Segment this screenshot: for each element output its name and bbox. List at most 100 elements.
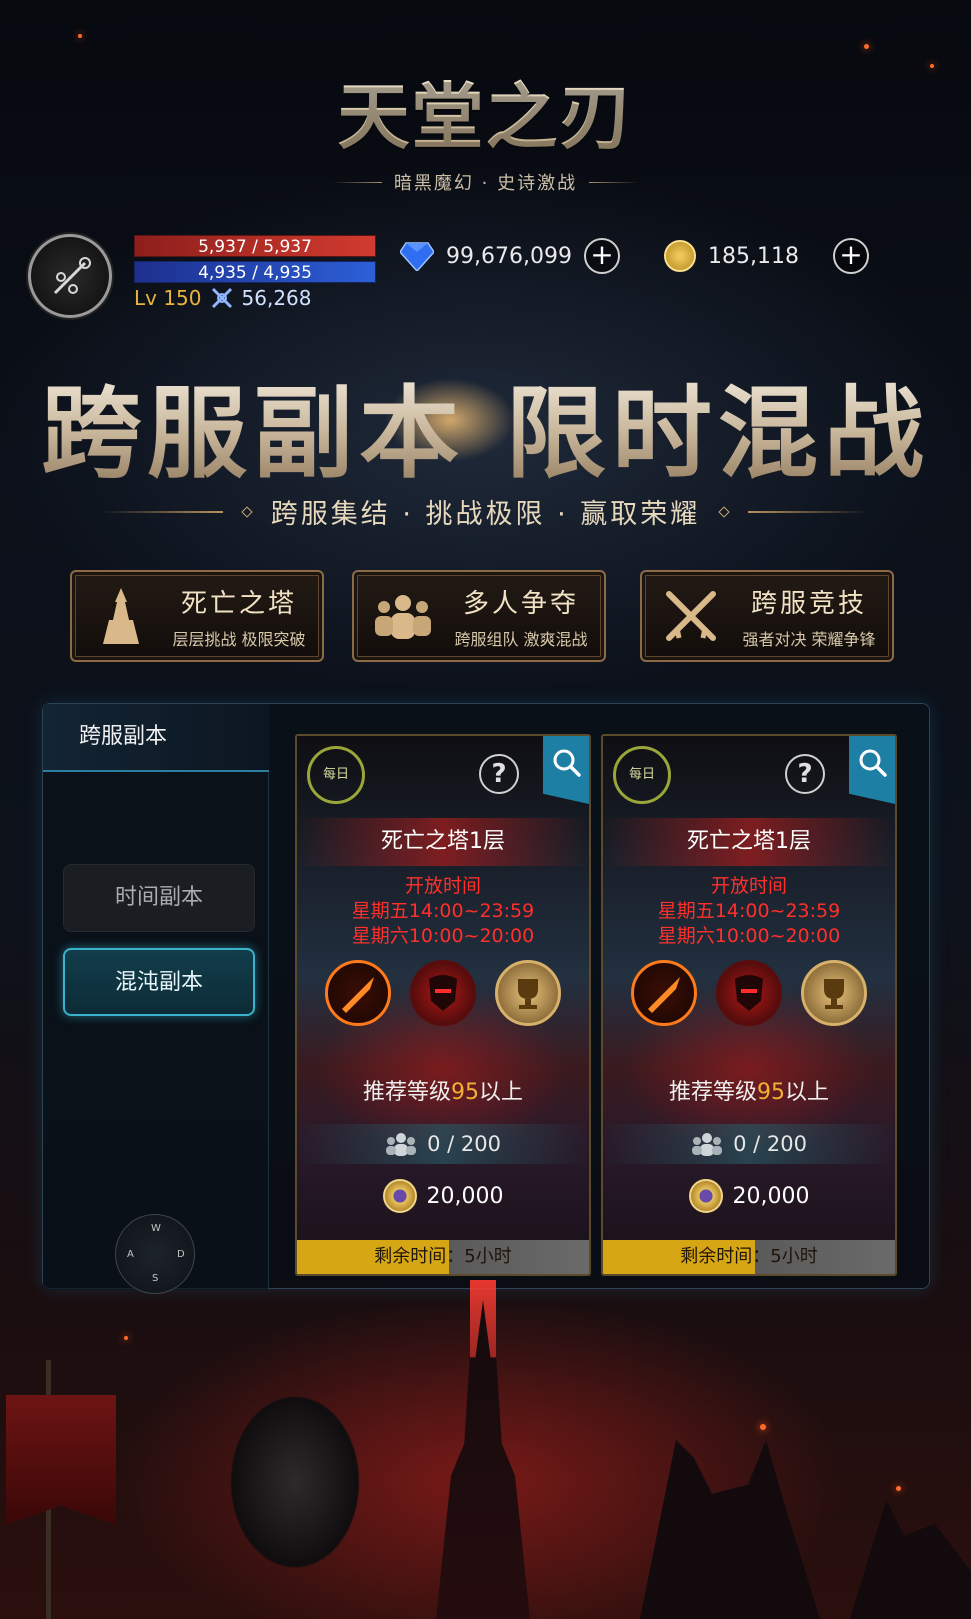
help-button[interactable]: ? [479,754,519,794]
dagger-icon[interactable] [630,960,697,1026]
divider [748,510,869,513]
joystick-s: S [152,1273,159,1284]
entry-cost: 20,000 [297,1176,589,1216]
feature-subtitle: 跨服组队 激爽混战 [454,629,588,649]
level-power-row: Lv 150 56,268 [134,286,312,310]
combat-power: 56,268 [241,286,312,310]
dark-tower-illustration [436,1300,530,1619]
feature-multiplayer[interactable]: 多人争夺 跨服组队 激爽混战 [352,570,606,662]
blue-gem-icon [400,242,434,271]
staff-icon [53,257,91,295]
logo-subtitle-row: 暗黑魔幻 · 史诗激战 [0,169,971,195]
search-button[interactable] [849,736,895,804]
dungeon-title: 死亡之塔1层 [297,818,589,866]
logo-title: 天堂之刃 [0,58,971,163]
recommended-level: 推荐等级95以上 [603,1074,895,1106]
open-time-line: 星期六10:00~20:00 [351,925,535,947]
cost-value: 20,000 [426,1183,504,1209]
panel-title: 跨服副本 [43,704,269,772]
gold-coin-icon [664,240,696,272]
hp-bar: 5,937 / 5,937 [134,235,376,257]
open-time: 开放时间 星期五14:00~23:59 星期六10:00~20:00 [297,874,589,949]
demon-helm-icon[interactable] [409,960,476,1026]
open-time: 开放时间 星期五14:00~23:59 星期六10:00~20:00 [603,874,895,949]
helm-glyph [734,975,763,1011]
player-count-value: 0 / 200 [733,1132,807,1156]
dagger-glyph [341,977,374,1013]
add-gems-button[interactable]: + [583,238,620,274]
feature-text: 跨服竞技 强者对决 荣耀争锋 [726,583,892,650]
feature-icon-wrap [86,586,156,646]
player-level: Lv 150 [134,286,202,310]
token-coin-icon [382,1179,417,1213]
divider [589,181,640,183]
logo-subtitle: 暗黑魔幻 · 史诗激战 [393,173,578,194]
player-count: 0 / 200 [603,1124,895,1164]
knight-illustration [180,1370,410,1619]
cost-value: 20,000 [732,1183,810,1209]
feature-title: 跨服竞技 [750,588,867,619]
trophy-icon[interactable] [801,960,868,1026]
search-icon [859,749,887,777]
feature-cross-server-arena[interactable]: 跨服竞技 强者对决 荣耀争锋 [640,570,894,662]
players-icon [386,1133,417,1156]
player-status-bar: 5,937 / 5,937 4,935 / 4,935 Lv 150 56,26… [28,232,943,322]
event-tagline-row: 跨服集结 · 挑战极限 · 赢取荣耀 [0,492,971,531]
diamond-ornament [241,505,253,518]
war-banner-illustration [6,1395,116,1525]
demon-helm-icon[interactable] [715,960,782,1026]
search-icon [553,749,581,777]
feature-text: 多人争夺 跨服组队 激爽混战 [438,583,604,650]
gold-amount: 185,118 [708,243,799,269]
rec-level-value: 95 [451,1080,479,1105]
joystick-a: A [127,1249,134,1260]
rec-prefix: 推荐等级 [362,1080,451,1105]
tab-timed-dungeon[interactable]: 时间副本 [63,864,255,932]
open-time-line: 星期五14:00~23:59 [351,900,535,922]
player-count-value: 0 / 200 [427,1132,501,1156]
rec-prefix: 推荐等级 [668,1080,757,1105]
ember-spark [896,1486,901,1491]
player-count: 0 / 200 [297,1124,589,1164]
open-time-label: 开放时间 [404,875,481,897]
ember-spark [864,44,869,49]
virtual-joystick[interactable]: W A D S [115,1214,195,1294]
castle-silhouette [850,1500,971,1619]
dungeon-panel: 跨服副本 时间副本 混沌副本 W A D S 每日 ? 死亡之塔1层 开放时间 … [42,703,930,1294]
entry-cost: 20,000 [603,1176,895,1216]
trophy-glyph [824,979,845,1009]
time-remaining: 剩余时间：5小时 [603,1240,895,1274]
joystick-w: W [151,1223,161,1234]
feature-title: 死亡之塔 [180,588,297,619]
player-avatar[interactable] [28,234,112,318]
feature-icon-wrap [368,591,438,641]
trophy-glyph [518,979,539,1009]
gem-currency: 99,676,099 + [400,238,620,274]
feature-text: 死亡之塔 层层挑战 极限突破 [156,583,322,650]
feature-death-tower[interactable]: 死亡之塔 层层挑战 极限突破 [70,570,324,662]
search-button[interactable] [543,736,589,804]
trophy-icon[interactable] [495,960,562,1026]
dagger-icon[interactable] [324,960,391,1026]
dungeon-card[interactable]: 每日 ? 死亡之塔1层 开放时间 星期五14:00~23:59 星期六10:00… [295,734,591,1276]
game-logo: 天堂之刃 暗黑魔幻 · 史诗激战 [0,58,971,195]
ember-spark [760,1424,766,1430]
reward-icons [297,960,589,1026]
diamond-ornament [718,505,730,518]
daily-badge: 每日 [307,746,365,804]
group-icon [375,595,431,639]
gold-currency: 185,118 + [664,238,869,274]
open-time-label: 开放时间 [710,875,787,897]
feature-icon-wrap [656,588,726,644]
token-coin-icon [688,1179,723,1213]
tab-chaos-dungeon[interactable]: 混沌副本 [63,948,255,1016]
helm-glyph [428,975,457,1011]
dagger-glyph [647,977,680,1013]
players-icon [692,1133,723,1156]
help-button[interactable]: ? [785,754,825,794]
rec-suffix: 以上 [479,1080,524,1105]
add-gold-button[interactable]: + [832,238,869,274]
divider [331,181,382,183]
crossed-swords-icon [666,591,716,641]
dungeon-card[interactable]: 每日 ? 死亡之塔1层 开放时间 星期五14:00~23:59 星期六10:00… [601,734,897,1276]
